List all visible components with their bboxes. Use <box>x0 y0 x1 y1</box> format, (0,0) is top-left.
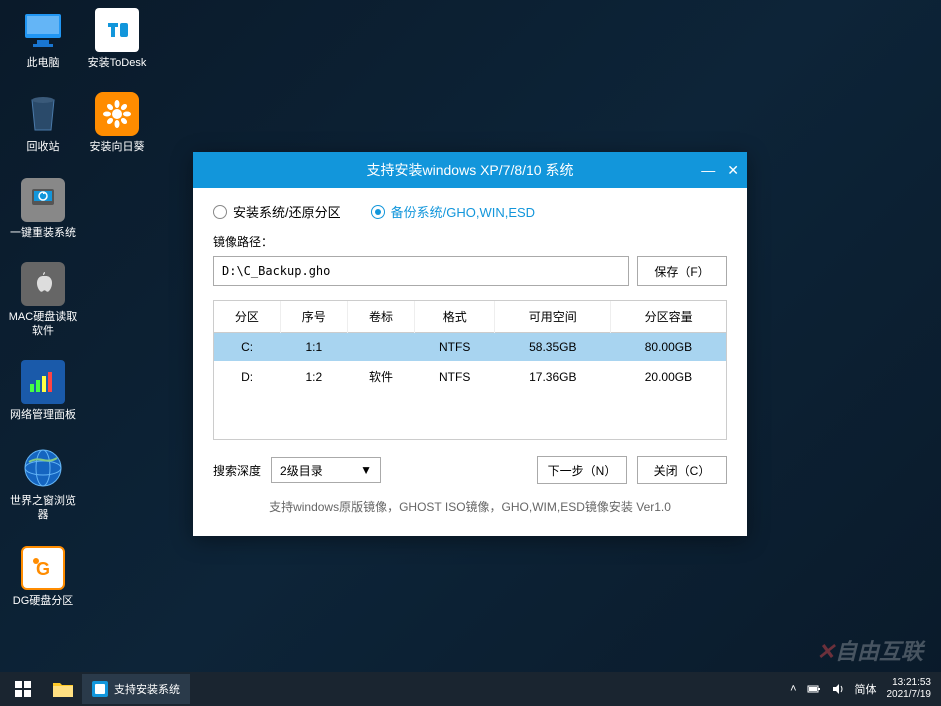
apple-icon <box>21 262 65 306</box>
image-path-label: 镜像路径： <box>213 233 727 250</box>
icon-label: MAC硬盘读取软件 <box>9 311 77 337</box>
select-value: 2级目录 <box>280 462 323 479</box>
save-button[interactable]: 保存（F） <box>637 256 727 286</box>
icon-label: 安装ToDesk <box>88 57 147 69</box>
close-button[interactable]: 关闭（C） <box>637 456 727 484</box>
th-partition: 分区 <box>214 301 280 333</box>
icon-label: 安装向日葵 <box>90 141 145 153</box>
desktop-icon-reinstall[interactable]: 一键重装系统 <box>8 178 78 240</box>
recycle-bin-icon <box>21 92 65 136</box>
todesk-icon <box>95 8 139 52</box>
window-footer-text: 支持windows原版镜像，GHOST ISO镜像，GHO,WIM,ESD镜像安… <box>213 498 727 515</box>
partition-table[interactable]: 分区 序号 卷标 格式 可用空间 分区容量 C: 1:1 NTFS 58.35 <box>213 300 727 440</box>
battery-icon[interactable] <box>807 682 821 696</box>
search-depth-select[interactable]: 2级目录 ▼ <box>271 457 381 483</box>
desktop-icon-sunflower[interactable]: 安装向日葵 <box>82 92 152 154</box>
window-titlebar[interactable]: 支持安装windows XP/7/8/10 系统 — ✕ <box>193 152 747 188</box>
ime-indicator[interactable]: 简体 <box>855 681 877 697</box>
th-format: 格式 <box>415 301 495 333</box>
windows-icon <box>15 681 31 697</box>
install-window: 支持安装windows XP/7/8/10 系统 — ✕ 安装系统/还原分区 备… <box>193 152 747 536</box>
desktop-icon-this-pc[interactable]: 此电脑 <box>8 8 78 70</box>
desktop-icon-dg[interactable]: G DG硬盘分区 <box>8 546 78 608</box>
date-text: 2021/7/19 <box>887 689 932 701</box>
minimize-icon[interactable]: — <box>701 162 715 179</box>
th-number: 序号 <box>280 301 347 333</box>
icon-label: 世界之窗浏览器 <box>10 495 76 521</box>
desktop-icon-network[interactable]: 网络管理面板 <box>8 360 78 422</box>
radio-install-restore[interactable]: 安装系统/还原分区 <box>213 202 341 221</box>
taskbar-app[interactable]: 支持安装系统 <box>82 674 190 704</box>
dg-partition-icon: G <box>21 546 65 590</box>
th-total: 分区容量 <box>611 301 726 333</box>
icon-label: 此电脑 <box>27 57 60 69</box>
taskbar-clock[interactable]: 13:21:53 2021/7/19 <box>887 677 932 701</box>
desktop-icon-todesk[interactable]: 安装ToDesk <box>82 8 152 70</box>
start-button[interactable] <box>0 672 46 706</box>
volume-icon[interactable] <box>831 682 845 696</box>
sunflower-icon <box>95 92 139 136</box>
icon-label: 网络管理面板 <box>10 409 76 421</box>
icon-label: 回收站 <box>27 141 60 153</box>
desktop-icon-mac-disk[interactable]: MAC硬盘读取软件 <box>8 262 78 339</box>
th-free: 可用空间 <box>495 301 611 333</box>
taskbar: 支持安装系统 ˄ 简体 13:21:53 2021/7/19 <box>0 672 941 706</box>
table-row[interactable]: C: 1:1 NTFS 58.35GB 80.00GB <box>214 333 726 362</box>
radio-backup[interactable]: 备份系统/GHO,WIN,ESD <box>371 202 535 221</box>
radio-icon <box>213 205 227 219</box>
window-title: 支持安装windows XP/7/8/10 系统 <box>367 160 574 180</box>
close-icon[interactable]: ✕ <box>727 162 739 179</box>
desktop-icon-recycle[interactable]: 回收站 <box>8 92 78 154</box>
radio-label: 安装系统/还原分区 <box>233 202 341 221</box>
search-depth-label: 搜索深度 <box>213 462 261 479</box>
taskbar-explorer[interactable] <box>46 675 80 703</box>
app-icon <box>92 681 108 697</box>
icon-label: DG硬盘分区 <box>13 595 74 607</box>
desktop-icon-browser[interactable]: 世界之窗浏览器 <box>8 446 78 523</box>
chevron-down-icon: ▼ <box>360 463 372 477</box>
th-volume: 卷标 <box>347 301 414 333</box>
radio-icon <box>371 205 385 219</box>
tray-up-icon[interactable]: ˄ <box>790 683 796 695</box>
radio-label: 备份系统/GHO,WIN,ESD <box>391 202 535 221</box>
next-button[interactable]: 下一步（N） <box>537 456 627 484</box>
taskbar-app-label: 支持安装系统 <box>114 681 180 697</box>
time-text: 13:21:53 <box>887 677 932 689</box>
image-path-input[interactable] <box>213 256 629 286</box>
icon-label: 一键重装系统 <box>10 227 76 239</box>
table-row[interactable]: D: 1:2 软件 NTFS 17.36GB 20.00GB <box>214 361 726 392</box>
monitor-icon <box>21 8 65 52</box>
reinstall-icon <box>21 178 65 222</box>
table-header-row: 分区 序号 卷标 格式 可用空间 分区容量 <box>214 301 726 333</box>
watermark: ✕自由互联 <box>817 634 923 666</box>
network-panel-icon <box>21 360 65 404</box>
globe-icon <box>21 446 65 490</box>
